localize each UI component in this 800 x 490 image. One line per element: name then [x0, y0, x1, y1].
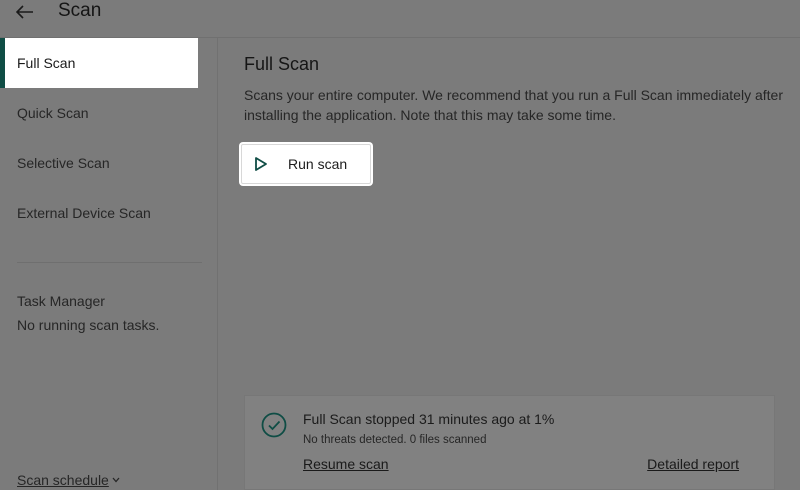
active-indicator — [0, 38, 5, 88]
scan-schedule-link[interactable]: Scan schedule — [17, 472, 120, 488]
scan-window: Scan Full Scan Quick Scan Selective Scan… — [0, 0, 800, 490]
sidebar-item-label: Selective Scan — [17, 155, 110, 171]
detailed-report-link[interactable]: Detailed report — [647, 456, 739, 472]
scan-status-card: Full Scan stopped 31 minutes ago at 1% N… — [244, 395, 775, 490]
sidebar-item-selective-scan[interactable]: Selective Scan — [0, 138, 198, 188]
main-panel: Full Scan Scans your entire computer. We… — [219, 38, 800, 490]
run-scan-button[interactable]: Run scan — [241, 144, 371, 184]
chevron-down-icon — [112, 477, 120, 483]
back-button[interactable] — [12, 0, 38, 24]
section-title: Full Scan — [244, 54, 320, 74]
page-title: Scan — [58, 0, 102, 21]
sidebar-item-label: Quick Scan — [17, 105, 89, 121]
sidebar-item-external-device-scan[interactable]: External Device Scan — [0, 188, 198, 238]
run-scan-label: Run scan — [288, 156, 348, 172]
arrow-left-icon — [16, 5, 33, 19]
sidebar-divider — [17, 262, 202, 263]
resume-scan-link[interactable]: Resume scan — [303, 456, 389, 472]
scan-status-headline: Full Scan stopped 31 minutes ago at 1% — [303, 411, 555, 427]
task-manager-link[interactable]: Task Manager — [17, 293, 105, 309]
task-manager-status: No running scan tasks. — [17, 317, 160, 333]
header: Scan — [0, 0, 800, 38]
sidebar-item-quick-scan[interactable]: Quick Scan — [0, 88, 198, 138]
scan-status-details: No threats detected. 0 files scanned — [303, 434, 487, 446]
sidebar-item-full-scan[interactable]: Full Scan — [5, 38, 198, 88]
sidebar-item-label: External Device Scan — [17, 205, 151, 221]
check-circle-icon — [261, 412, 287, 438]
sidebar: Full Scan Quick Scan Selective Scan Exte… — [0, 38, 218, 490]
play-icon — [254, 156, 270, 172]
sidebar-item-label: Full Scan — [17, 55, 76, 71]
scan-schedule-label: Scan schedule — [17, 472, 109, 488]
scan-description: Scans your entire computer. We recommend… — [244, 87, 783, 123]
